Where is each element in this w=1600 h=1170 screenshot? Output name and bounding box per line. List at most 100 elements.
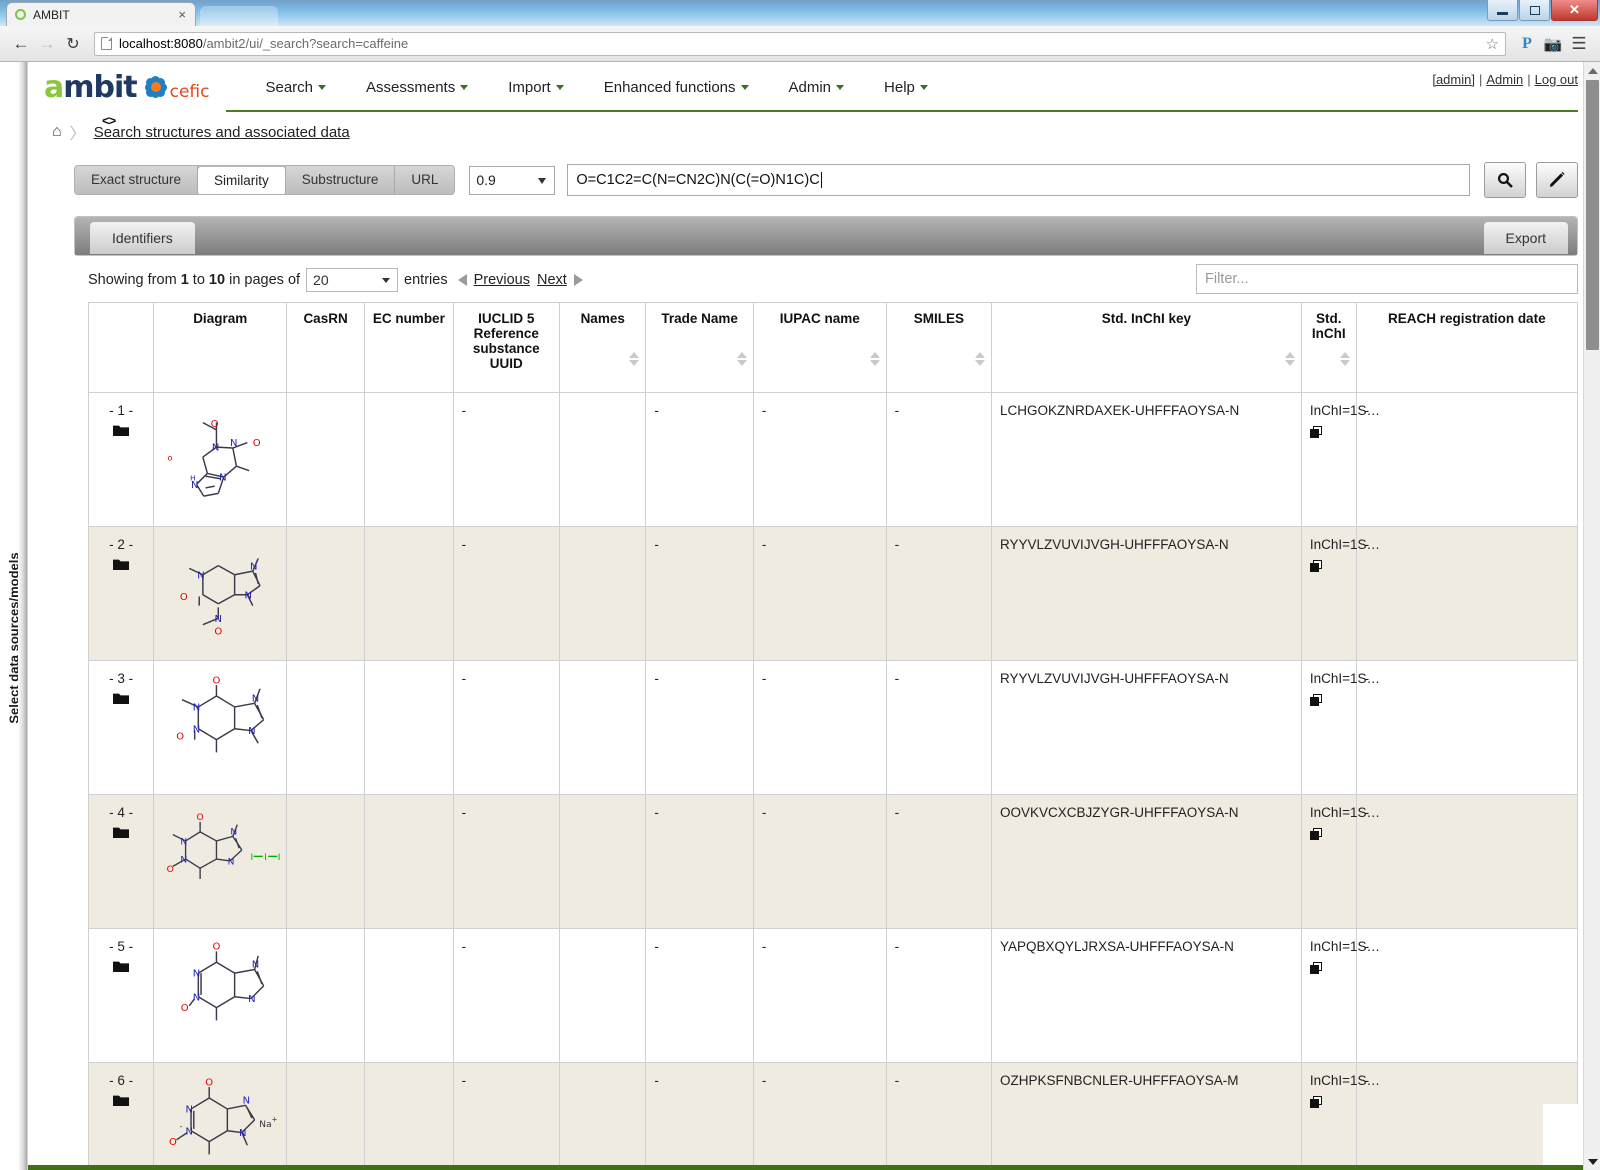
col-std-inchi-key[interactable]: Std. InChI key [991, 302, 1302, 393]
diagram-cell[interactable]: N N N N O O [153, 928, 288, 1063]
scrollbar-thumb[interactable] [1586, 80, 1599, 350]
copy-icon[interactable] [1309, 828, 1348, 844]
search-mode-url[interactable]: URL [395, 166, 455, 194]
back-icon[interactable]: ← [8, 31, 34, 57]
table-row[interactable]: - 3 - N N N N O O - - - - RYYVLZVUVIJVGH… [87, 660, 1579, 795]
casrn-cell [286, 794, 366, 929]
nav-item-search[interactable]: Search [245, 71, 346, 104]
copy-icon[interactable] [1309, 426, 1348, 442]
data-sources-sidebar[interactable]: Select data sources/models [0, 62, 28, 1170]
home-icon[interactable]: ⌂ [52, 123, 62, 141]
minimize-button[interactable] [1487, 0, 1518, 21]
table-row[interactable]: - 4 - N N N N O O I I - - - - OOVKVCXCBJ… [87, 794, 1579, 929]
table-controls: Showing from 1 to 10 in pages of 20 entr… [28, 256, 1600, 302]
ambit-logo[interactable]: a mbit cefic [44, 70, 209, 105]
bookmark-star-icon[interactable]: ☆ [1486, 35, 1499, 53]
diagram-cell[interactable]: N N N N O O I I [153, 794, 288, 929]
diagram-cell[interactable]: N N N N O O [153, 526, 288, 661]
sort-toggle-icon[interactable] [1284, 352, 1295, 366]
sort-toggle-icon[interactable] [629, 352, 640, 366]
pocket-icon[interactable]: P [1514, 31, 1540, 57]
folder-icon[interactable] [97, 826, 145, 843]
current-user-link[interactable]: [admin] [1432, 72, 1475, 87]
structure-editor-button[interactable] [1536, 162, 1578, 198]
sidebar-resize-handle[interactable] [18, 62, 27, 1170]
folder-icon[interactable] [97, 424, 145, 441]
folder-icon[interactable] [97, 1094, 145, 1111]
col-names[interactable]: Names [558, 302, 647, 393]
search-mode-exact-structure[interactable]: Exact structure [75, 166, 199, 194]
smiles-search-input[interactable]: O=C1C2=C(N=CN2C)N(C(=O)N1C)C [567, 164, 1470, 196]
sort-toggle-icon[interactable] [869, 352, 880, 366]
logout-link[interactable]: Log out [1535, 72, 1578, 87]
svg-text:N: N [186, 1126, 193, 1137]
breadcrumb-current-link[interactable]: Search structures and associated data [94, 124, 350, 141]
folder-icon[interactable] [97, 692, 145, 709]
col-ec-number: EC number [364, 302, 454, 393]
table-row[interactable]: - 6 - N N - N N O O Na + - - - - OZHPKSF… [87, 1062, 1579, 1170]
forward-icon[interactable]: → [34, 31, 60, 57]
row-number: - 1 - [109, 403, 134, 418]
similarity-threshold-select[interactable]: 0.9 [469, 165, 556, 195]
window-close-button[interactable]: ✕ [1551, 0, 1598, 21]
search-button[interactable] [1484, 162, 1526, 198]
ec-number-cell [364, 392, 454, 527]
nav-item-admin[interactable]: Admin [769, 71, 865, 104]
reload-icon[interactable]: ↻ [60, 31, 86, 57]
copy-icon[interactable] [1309, 1096, 1348, 1112]
close-icon[interactable]: × [175, 7, 189, 22]
scroll-down-arrow-icon[interactable] [1584, 1153, 1600, 1170]
iupac-name-cell: - [752, 526, 887, 661]
copy-icon[interactable] [1309, 962, 1348, 978]
filter-placeholder: Filter... [1205, 271, 1249, 287]
copy-icon[interactable] [1309, 694, 1348, 710]
sort-toggle-icon[interactable] [736, 352, 747, 366]
std-inchi-value: InChI=1S… [1309, 403, 1381, 418]
nav-item-help[interactable]: Help [864, 71, 948, 104]
diagram-cell[interactable]: N N N N O O [153, 660, 288, 795]
col-iupac-name[interactable]: IUPAC name [752, 302, 887, 393]
scroll-up-arrow-icon[interactable] [1584, 62, 1600, 79]
browser-tab[interactable]: AMBIT × [6, 2, 196, 26]
nav-item-assessments[interactable]: Assessments [346, 71, 488, 104]
previous-arrow-icon[interactable] [457, 274, 467, 286]
nav-item-enhanced-functions[interactable]: Enhanced functions [584, 71, 769, 104]
filter-input[interactable]: Filter... [1196, 264, 1578, 294]
folder-icon[interactable] [97, 960, 145, 977]
page-scrollbar[interactable] [1583, 62, 1600, 1170]
next-arrow-icon[interactable] [573, 274, 583, 286]
col-std-inchi[interactable]: Std. InChI [1300, 302, 1357, 393]
new-tab-button[interactable] [200, 6, 278, 26]
restore-button[interactable] [1519, 0, 1550, 21]
page-size-select[interactable]: 20 [306, 268, 399, 292]
table-row[interactable]: - 1 - O O N N N H N o - - - - LCHGOKZNRD… [87, 392, 1579, 527]
next-link[interactable]: Next [537, 272, 567, 288]
diagram-cell[interactable]: N N - N N O O Na + [153, 1062, 288, 1170]
svg-text:N: N [215, 614, 222, 625]
col-smiles[interactable]: SMILES [885, 302, 993, 393]
col-trade-name[interactable]: Trade Name [645, 302, 754, 393]
copy-icon[interactable] [1309, 560, 1348, 576]
sort-toggle-icon[interactable] [1339, 352, 1350, 366]
sort-toggle-icon[interactable] [975, 352, 986, 366]
table-row[interactable]: - 2 - N N N N O O - - - - RYYVLZVUVIJVGH… [87, 526, 1579, 661]
camera-icon[interactable]: 📷 [1540, 31, 1566, 57]
previous-link[interactable]: Previous [474, 272, 530, 288]
row-index-cell: - 1 - [87, 392, 155, 527]
folder-icon[interactable] [97, 558, 145, 575]
code-toggle-icon[interactable]: <> [102, 113, 116, 128]
page-info-icon[interactable] [101, 37, 112, 50]
diagram-cell[interactable]: O O N N N H N o [153, 392, 288, 527]
search-mode-substructure[interactable]: Substructure [285, 166, 396, 194]
search-mode-similarity[interactable]: Similarity [198, 167, 286, 194]
table-row[interactable]: - 5 - N N N N O O - - - - YAPQBXQYLJRXSA… [87, 928, 1579, 1063]
page-bottom-bar [28, 1165, 1600, 1170]
browser-menu-icon[interactable]: ☰ [1566, 31, 1592, 57]
tab-identifiers[interactable]: Identifiers [90, 222, 195, 254]
std-inchi-value: InChI=1S… [1309, 671, 1381, 686]
trade-name-cell: - [645, 392, 754, 527]
address-bar[interactable]: localhost:8080/ambit2/ui/_search?search=… [94, 31, 1506, 56]
admin-link[interactable]: Admin [1486, 72, 1523, 87]
nav-item-import[interactable]: Import [488, 71, 584, 104]
export-button[interactable]: Export [1483, 222, 1568, 254]
